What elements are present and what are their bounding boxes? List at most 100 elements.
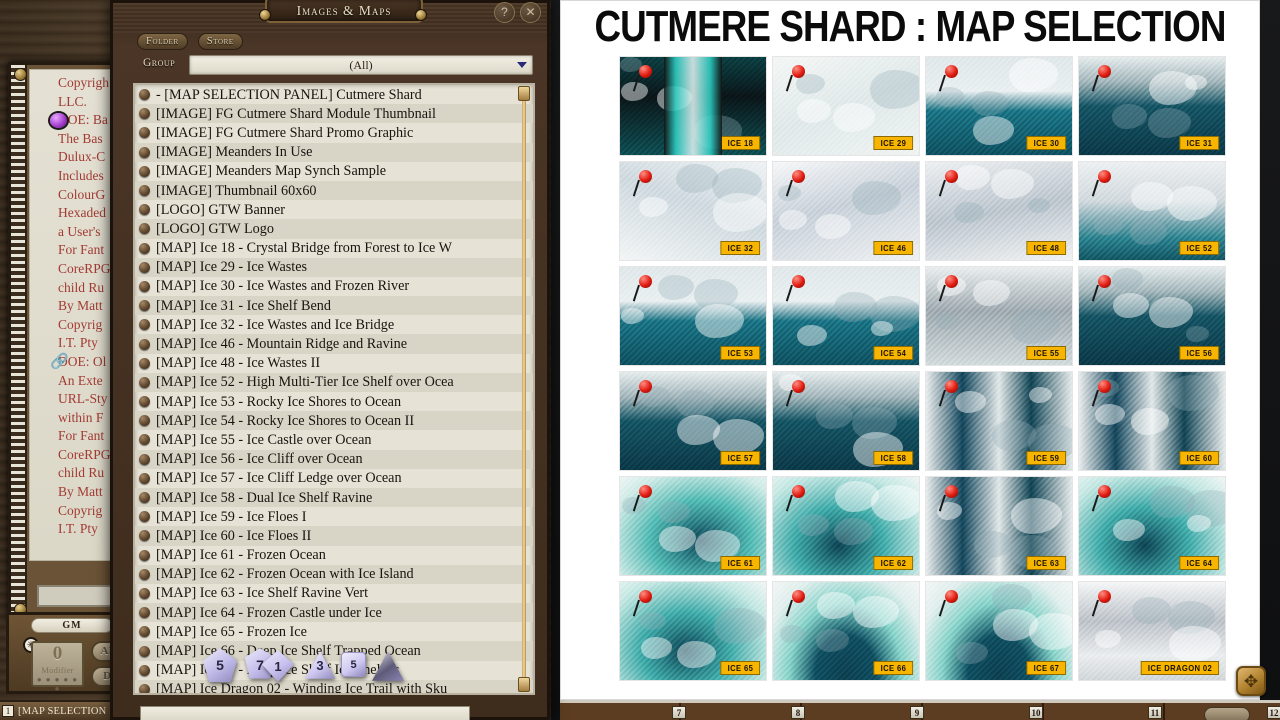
map-thumbnail[interactable]: ICE 46 [772, 161, 920, 261]
map-thumbnail[interactable]: ICE DRAGON 02 [1078, 581, 1226, 681]
list-item-bullet-icon [139, 549, 150, 561]
list-item[interactable]: - [MAP SELECTION PANEL] Cutmere Shard [135, 85, 533, 104]
list-item[interactable]: [MAP] Ice 53 - Rocky Ice Shores to Ocean [135, 392, 533, 411]
tab-number-ruler[interactable]: 7 8 9 10 11 12 [560, 700, 1280, 720]
map-thumbnail[interactable]: ICE 53 [619, 266, 767, 366]
list-item[interactable]: [MAP] Ice 54 - Rocky Ice Shores to Ocean… [135, 411, 533, 431]
help-button[interactable]: ? [494, 2, 515, 23]
gm-role-badge[interactable]: GM [31, 618, 113, 633]
list-item[interactable]: [MAP] Ice 31 - Ice Shelf Bend [135, 296, 533, 316]
list-item[interactable]: [MAP] Ice 46 - Mountain Ridge and Ravine [135, 334, 533, 354]
images-and-maps-window[interactable]: Images & Maps ? ✕ Folder Store Group (Al… [110, 0, 550, 720]
list-item-bullet-icon [139, 261, 150, 273]
list-item[interactable]: [MAP] Ice 55 - Ice Castle over Ocean [135, 430, 533, 449]
chat-send-button[interactable] [1204, 707, 1250, 720]
group-select[interactable]: (All) [189, 55, 533, 75]
terrain-detail [676, 390, 714, 417]
list-item[interactable]: [MAP] Ice 61 - Frozen Ocean [135, 546, 533, 565]
close-icon[interactable]: ✕ [520, 2, 541, 23]
tab-number[interactable]: 12 [1267, 706, 1280, 719]
list-item-bullet-icon [139, 396, 150, 408]
list-item[interactable]: [LOGO] GTW Logo [135, 219, 533, 239]
map-thumbnail-label: ICE 59 [1026, 451, 1066, 465]
map-thumbnail[interactable]: ICE 66 [772, 581, 920, 681]
map-thumbnail[interactable]: ICE 52 [1078, 161, 1226, 261]
list-item[interactable]: [MAP] Ice 58 - Dual Ice Shelf Ravine [135, 487, 533, 508]
folder-button[interactable]: Folder [137, 33, 188, 50]
map-thumbnail[interactable]: ICE 56 [1078, 266, 1226, 366]
modifier-box[interactable]: 0 Modifier ● ● ● ● ● ● [31, 641, 84, 693]
map-thumbnail[interactable]: ICE 32 [619, 161, 767, 261]
list-item[interactable]: [MAP] Ice 56 - Ice Cliff over Ocean [135, 449, 533, 469]
scroll-up-cap-icon[interactable] [518, 86, 530, 101]
list-item[interactable]: [IMAGE] FG Cutmere Shard Promo Graphic [135, 123, 533, 142]
tab-number[interactable]: 7 [672, 706, 686, 719]
map-pin-icon [1091, 275, 1115, 303]
map-pin-icon [785, 65, 809, 93]
list-item[interactable]: [IMAGE] Meanders In Use [135, 142, 533, 162]
list-item-label: [IMAGE] FG Cutmere Shard Module Thumbnai… [156, 105, 436, 122]
list-item[interactable]: [MAP] Ice 64 - Frozen Castle under Ice [135, 603, 533, 623]
list-item[interactable]: [MAP] Ice 52 - High Multi-Tier Ice Shelf… [135, 372, 533, 392]
terrain-detail [797, 99, 831, 123]
map-thumbnail[interactable]: ICE 65 [619, 581, 767, 681]
tab-number[interactable]: 11 [1148, 706, 1162, 719]
list-item[interactable]: [MAP] Ice 59 - Ice Floes I [135, 507, 533, 526]
taskbar[interactable]: 1 [MAP SELECTION P [0, 700, 122, 720]
list-scrollbar[interactable] [516, 86, 532, 692]
map-thumbnail[interactable]: ICE 48 [925, 161, 1073, 261]
die-d4-white[interactable]: 3 [305, 650, 335, 680]
tab-number[interactable]: 8 [791, 706, 805, 719]
window-titlebar[interactable]: Images & Maps ? ✕ [113, 0, 547, 33]
map-thumbnail[interactable]: ICE 61 [619, 476, 767, 576]
map-thumbnail[interactable]: ICE 57 [619, 371, 767, 471]
chevron-down-icon[interactable] [517, 62, 527, 68]
map-thumbnail[interactable]: ICE 29 [772, 56, 920, 156]
list-item[interactable]: [MAP] Ice 60 - Ice Floes II [135, 526, 533, 546]
images-maps-list[interactable]: - [MAP SELECTION PANEL] Cutmere Shard [IM… [133, 83, 535, 695]
list-item[interactable]: [MAP] Ice 18 - Crystal Bridge from Fores… [135, 239, 533, 258]
map-selection-image[interactable]: CUTMERE SHARD : MAP SELECTION ICE 18 ICE … [560, 0, 1260, 700]
map-thumbnail[interactable]: ICE 18 [619, 56, 767, 156]
title-stud-icon [415, 9, 427, 21]
map-thumbnail[interactable]: ICE 54 [772, 266, 920, 366]
list-item[interactable]: [MAP] Ice 48 - Ice Wastes II [135, 354, 533, 373]
list-item[interactable]: [MAP] Ice Dragon 02 - Winding Ice Trail … [135, 679, 533, 693]
map-thumbnail[interactable]: ICE 58 [772, 371, 920, 471]
map-thumbnail[interactable]: ICE 55 [925, 266, 1073, 366]
map-thumbnail[interactable]: ICE 67 [925, 581, 1073, 681]
terrain-detail [797, 325, 827, 346]
list-item-label: [IMAGE] FG Cutmere Shard Promo Graphic [156, 124, 414, 141]
die-d4-dark[interactable] [372, 650, 404, 682]
list-item[interactable]: [LOGO] GTW Banner [135, 200, 533, 219]
fleur-ornament-icon[interactable]: ✥ [1236, 666, 1266, 696]
map-thumbnail[interactable]: ICE 60 [1078, 371, 1226, 471]
list-item[interactable]: [IMAGE] Thumbnail 60x60 [135, 180, 533, 201]
die-d20[interactable]: 5 [203, 648, 237, 682]
map-thumbnail[interactable]: ICE 30 [925, 56, 1073, 156]
map-thumbnail[interactable]: ICE 64 [1078, 476, 1226, 576]
die-d6[interactable]: 5 [341, 652, 366, 677]
scroll-down-cap-icon[interactable] [518, 677, 530, 692]
story-text-page[interactable]: Copyrigh LLC. DOE: Ba The Bas Dulux-C Include… [29, 69, 123, 561]
list-item[interactable]: [MAP] Ice 65 - Frozen Ice [135, 622, 533, 641]
list-item[interactable]: [MAP] Ice 57 - Ice Cliff Ledge over Ocea… [135, 469, 533, 488]
map-thumbnail[interactable]: ICE 31 [1078, 56, 1226, 156]
die-d10[interactable]: 1 [262, 650, 294, 682]
list-item[interactable]: [MAP] Ice 32 - Ice Wastes and Ice Bridge [135, 315, 533, 334]
list-item[interactable]: [IMAGE] FG Cutmere Shard Module Thumbnai… [135, 104, 533, 124]
story-line-text: child Ru [58, 465, 105, 481]
list-item[interactable]: [MAP] Ice 29 - Ice Wastes [135, 257, 533, 277]
taskbar-item-map-selection[interactable]: [MAP SELECTION P [18, 706, 115, 717]
list-item[interactable]: [MAP] Ice 63 - Ice Shelf Ravine Vert [135, 584, 533, 603]
list-item[interactable]: [IMAGE] Meanders Map Synch Sample [135, 162, 533, 181]
list-item[interactable]: [MAP] Ice 62 - Frozen Ocean with Ice Isl… [135, 564, 533, 584]
map-thumbnail[interactable]: ICE 62 [772, 476, 920, 576]
store-button[interactable]: Store [197, 33, 243, 50]
tab-number[interactable]: 9 [910, 706, 924, 719]
map-thumbnail[interactable]: ICE 63 [925, 476, 1073, 576]
tab-number[interactable]: 10 [1029, 706, 1043, 719]
map-thumbnail[interactable]: ICE 59 [925, 371, 1073, 471]
chat-input-field[interactable] [140, 706, 470, 720]
list-item[interactable]: [MAP] Ice 30 - Ice Wastes and Frozen Riv… [135, 277, 533, 296]
